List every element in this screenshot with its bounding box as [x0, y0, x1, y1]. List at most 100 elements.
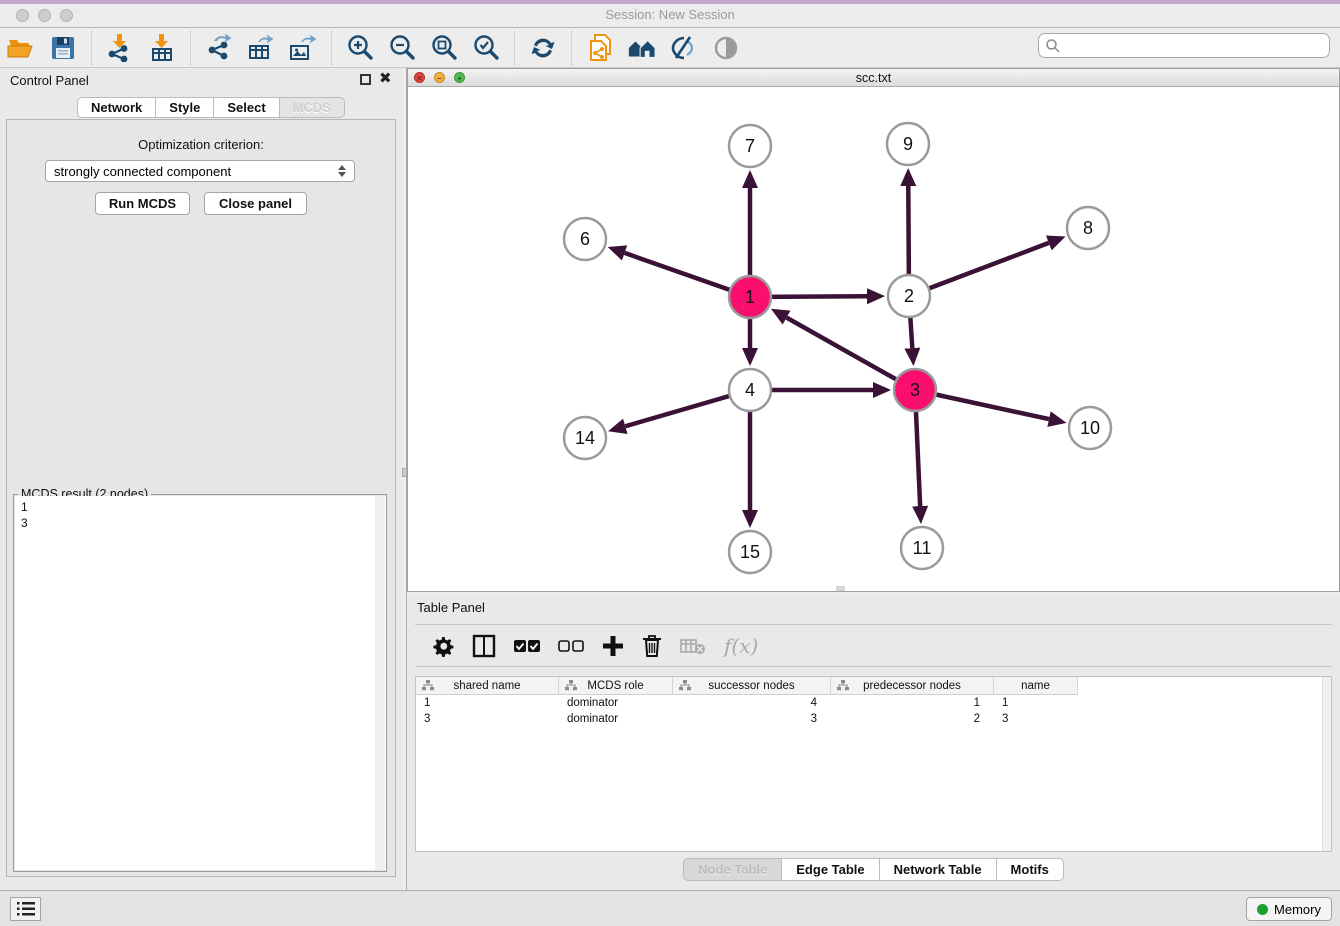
tab-mcds[interactable]: MCDS: [279, 97, 345, 118]
function-builder-icon[interactable]: f(x): [724, 633, 758, 659]
show-all-icon[interactable]: [711, 33, 741, 63]
first-neighbors-icon[interactable]: [627, 33, 657, 63]
node-table[interactable]: shared nameMCDS rolesuccessor nodesprede…: [415, 676, 1332, 852]
export-network-icon[interactable]: [204, 33, 234, 63]
table-row[interactable]: 1dominator411: [416, 697, 1078, 713]
delete-table-icon[interactable]: [680, 633, 706, 659]
select-all-icon[interactable]: [514, 633, 540, 659]
tab-network-table[interactable]: Network Table: [879, 858, 996, 881]
node-11[interactable]: 11: [901, 527, 943, 569]
node-4[interactable]: 4: [729, 369, 771, 411]
toolbar-separator: [190, 31, 191, 65]
tab-edge-table[interactable]: Edge Table: [781, 858, 878, 881]
tab-select[interactable]: Select: [213, 97, 278, 118]
deselect-all-icon[interactable]: [558, 633, 584, 659]
apply-layout-icon[interactable]: [528, 33, 558, 63]
export-image-icon[interactable]: [288, 33, 318, 63]
control-panel-title: Control Panel: [10, 73, 89, 88]
tab-motifs[interactable]: Motifs: [996, 858, 1064, 881]
tab-style[interactable]: Style: [155, 97, 213, 118]
search-box[interactable]: [1038, 33, 1330, 58]
node-label: 4: [745, 380, 755, 400]
criterion-select[interactable]: strongly connected component: [45, 160, 355, 182]
close-panel-button[interactable]: Close panel: [204, 192, 307, 215]
add-column-icon[interactable]: [602, 633, 624, 659]
node-9[interactable]: 9: [887, 123, 929, 165]
open-session-icon[interactable]: [6, 33, 36, 63]
cell-predecessor-nodes[interactable]: 2: [831, 713, 994, 729]
node-14[interactable]: 14: [564, 417, 606, 459]
node-10[interactable]: 10: [1069, 407, 1111, 449]
attribute-type-icon: [679, 680, 691, 691]
toolbar-separator: [91, 31, 92, 65]
tab-network[interactable]: Network: [77, 97, 155, 118]
node-label: 1: [745, 287, 755, 307]
table-options-icon[interactable]: [432, 633, 454, 659]
hide-selected-icon[interactable]: [669, 33, 699, 63]
node-table-header: shared nameMCDS rolesuccessor nodesprede…: [416, 677, 1078, 695]
node-label: 2: [904, 286, 914, 306]
titlebar-accent-strip: [0, 0, 1340, 4]
cell-successor-nodes[interactable]: 3: [673, 713, 831, 729]
search-input[interactable]: [1061, 36, 1329, 56]
node-label: 10: [1080, 418, 1100, 438]
attribute-type-icon: [837, 680, 849, 691]
toolbar-separator: [571, 31, 572, 65]
import-table-icon[interactable]: [147, 33, 177, 63]
cell-name[interactable]: 1: [994, 697, 1078, 713]
mcds-result-text[interactable]: 1 3: [15, 496, 386, 870]
zoom-out-icon[interactable]: [387, 33, 417, 63]
column-visibility-icon[interactable]: [472, 633, 496, 659]
cell-MCDS-role[interactable]: dominator: [559, 713, 673, 729]
clone-network-icon[interactable]: [585, 33, 615, 63]
import-network-icon[interactable]: [105, 33, 135, 63]
tab-node-table[interactable]: Node Table: [683, 858, 781, 881]
zoom-fit-icon[interactable]: [429, 33, 459, 63]
status-bar: Memory: [0, 890, 1340, 926]
node-label: 8: [1083, 218, 1093, 238]
node-1[interactable]: 1: [729, 276, 771, 318]
control-panel: Control Panel ✖ NetworkStyleSelectMCDS O…: [0, 68, 402, 890]
cell-shared-name[interactable]: 3: [416, 713, 559, 729]
mcds-result-fieldset: MCDS result (2 nodes) 1 3: [13, 494, 387, 872]
float-panel-icon[interactable]: [360, 74, 371, 85]
optimization-criterion-label: Optimization criterion:: [7, 137, 395, 152]
cell-predecessor-nodes[interactable]: 1: [831, 697, 994, 713]
cell-MCDS-role[interactable]: dominator: [559, 697, 673, 713]
column-header-shared-name[interactable]: shared name: [416, 677, 559, 695]
network-hscroll-nub[interactable]: [836, 586, 845, 591]
search-icon: [1045, 38, 1061, 54]
criterion-selected-value: strongly connected component: [54, 164, 231, 179]
export-table-icon[interactable]: [246, 33, 276, 63]
table-panel-title: Table Panel: [417, 600, 485, 615]
main-toolbar: [0, 28, 1340, 68]
close-panel-icon[interactable]: ✖: [379, 70, 392, 88]
network-canvas[interactable]: 7 9 6 8 1 2 4 3 14 10 15 11: [408, 87, 1339, 591]
column-header-predecessor-nodes[interactable]: predecessor nodes: [831, 677, 994, 695]
node-table-scrollbar[interactable]: [1322, 677, 1331, 851]
mcds-result-scrollbar[interactable]: [375, 496, 385, 870]
zoom-selected-icon[interactable]: [471, 33, 501, 63]
task-history-button[interactable]: [10, 897, 41, 921]
node-15[interactable]: 15: [729, 531, 771, 573]
node-8[interactable]: 8: [1067, 207, 1109, 249]
delete-column-icon[interactable]: [642, 633, 662, 659]
table-row[interactable]: 3dominator323: [416, 713, 1078, 729]
run-mcds-button[interactable]: Run MCDS: [95, 192, 190, 215]
column-header-name[interactable]: name: [994, 677, 1078, 695]
save-session-icon[interactable]: [48, 33, 78, 63]
zoom-in-icon[interactable]: [345, 33, 375, 63]
column-header-MCDS-role[interactable]: MCDS role: [559, 677, 673, 695]
edge-2-8[interactable]: [909, 243, 1049, 296]
cell-shared-name[interactable]: 1: [416, 697, 559, 713]
network-window-titlebar[interactable]: ✕ − + scc.txt: [408, 69, 1339, 87]
node-2[interactable]: 2: [888, 275, 930, 317]
cell-successor-nodes[interactable]: 4: [673, 697, 831, 713]
node-3[interactable]: 3: [894, 369, 936, 411]
window-titlebar: Session: New Session: [0, 0, 1340, 28]
node-7[interactable]: 7: [729, 125, 771, 167]
node-6[interactable]: 6: [564, 218, 606, 260]
cell-name[interactable]: 3: [994, 713, 1078, 729]
column-header-successor-nodes[interactable]: successor nodes: [673, 677, 831, 695]
memory-button[interactable]: Memory: [1246, 897, 1332, 921]
